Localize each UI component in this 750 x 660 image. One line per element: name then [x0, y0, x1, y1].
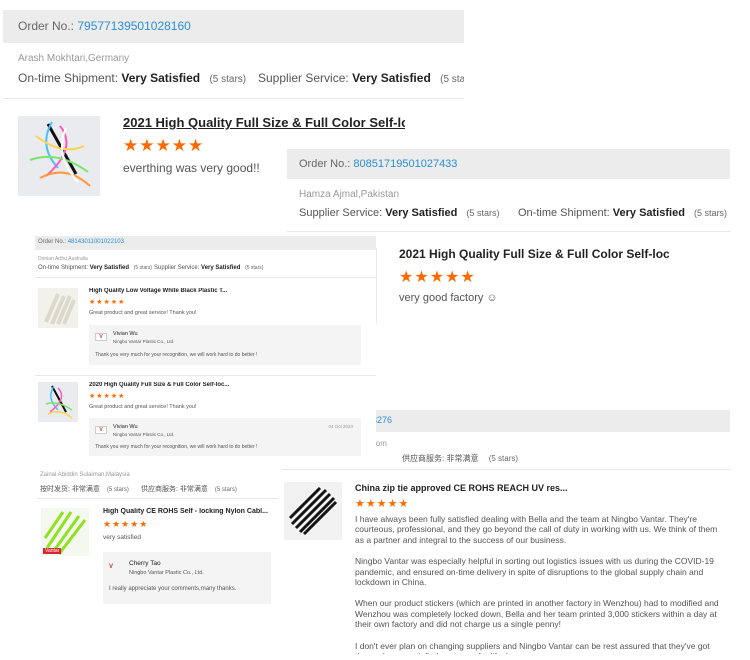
order-number-link[interactable]: 48143011001022103: [68, 239, 124, 245]
review-text: everthing was very good!!: [123, 161, 260, 175]
review-card-d: Zainal Abiddin Sulaiman,Malaysia 按时发货: 非…: [37, 468, 278, 606]
product-title-link[interactable]: 2021 High Quality Full Size & Full Color…: [123, 115, 405, 130]
review-text: very satisfied: [103, 534, 141, 541]
service-rating: Supplier Service: Very Satisfied (5 star…: [299, 207, 500, 219]
supplier-reply: V Vivian Wu Ningbo Vantar Plastic Co., L…: [89, 418, 361, 456]
shipment-rating: On-time Shipment: Very Satisfied (5 star…: [38, 265, 153, 271]
review-text: very good factory ☺: [399, 292, 498, 304]
service-rating: 供应商服务: 非常满意 (5 stars): [141, 486, 237, 493]
reply-text: Thank you very much for your recognition…: [95, 352, 258, 358]
supplier-reply: V Cherry Tao Ningbo Vantar Plastic Co., …: [103, 552, 271, 604]
cable-ties-image: [45, 385, 73, 419]
buyer-name: Zainal Abiddin Sulaiman,Malaysia: [40, 472, 130, 478]
order-number-link[interactable]: 79577139501028160: [77, 19, 190, 33]
star-rating: ★★★★★: [103, 519, 149, 529]
buyer-name: Arash Mokhtari,Germany: [18, 53, 130, 64]
service-rating: Supplier Service: Very Satisfied (5 star…: [258, 71, 464, 85]
review-card-c: Order No.: 48143011001022103 Donian Arth…: [35, 236, 376, 463]
order-header: Order No.: 80851719501027433: [287, 149, 730, 179]
company-logo: V: [95, 333, 107, 341]
supplier-reply: V Vivian Wu Ningbo Vantar Plastic Co., L…: [89, 325, 361, 365]
company-logo: V: [95, 426, 107, 434]
review-paragraph: Ningbo Vantar was especially helpful in …: [355, 556, 714, 588]
reply-author: Cherry Tao: [129, 560, 161, 567]
reply-text: I really appreciate your comments,many t…: [109, 586, 237, 592]
product-title-link[interactable]: 2020 High Quality Full Size & Full Color…: [89, 382, 289, 388]
product-thumbnail[interactable]: [38, 382, 78, 422]
review-paragraph: I don't ever plan on changing suppliers …: [355, 640, 710, 654]
reply-date: 04 Oct 2020: [328, 424, 353, 429]
reply-author: Vivian Wu: [113, 424, 138, 430]
review-paragraph: I have always been fully satisfied deali…: [355, 514, 718, 545]
company-logo: V: [109, 564, 114, 570]
reply-company: Ningbo Vantar Plastic Co., Ltd.: [113, 339, 175, 344]
cable-ties-image: [29, 121, 91, 187]
black-cable-ties-image: [288, 486, 338, 536]
product-title-link[interactable]: 2021 High Quality Full Size & Full Color…: [399, 247, 669, 261]
star-rating: ★★★★★: [123, 136, 205, 155]
shipment-rating: On-time Shipment: Very Satisfied (5 star…: [518, 207, 727, 219]
product-thumbnail[interactable]: Vantar: [41, 508, 89, 556]
review-paragraph: When our product stickers (which are pri…: [355, 598, 719, 630]
review-body: I have always been fully satisfied deali…: [355, 514, 723, 654]
product-title-link[interactable]: High Quality Low Voltage White Black Pla…: [89, 288, 289, 294]
order-label: Order No.:: [299, 158, 351, 170]
shipment-rating: 按时发货: 非常满意 (5 stars): [40, 486, 129, 493]
star-rating: ★★★★★: [89, 299, 126, 306]
product-title-link[interactable]: High Quality CE ROHS Self - locking Nylo…: [103, 508, 273, 515]
star-rating: ★★★★★: [89, 393, 126, 400]
brand-logo: Vantar: [43, 548, 62, 554]
product-thumbnail[interactable]: [18, 116, 100, 196]
buyer-name: Donian Arthu,Australia: [38, 256, 88, 262]
order-label: Order No.:: [18, 19, 75, 33]
product-title-link[interactable]: China zip tie approved CE ROHS REACH UV …: [355, 483, 605, 493]
reply-company: Ningbo Vantar Plastic Co., Ltd.: [113, 432, 175, 437]
review-text: Great product and great service! Thank y…: [89, 404, 197, 410]
shipment-rating: On-time Shipment: Very Satisfied (5 star…: [18, 71, 247, 85]
order-label: Order No.:: [38, 239, 67, 245]
product-thumbnail[interactable]: [284, 482, 342, 540]
reply-company: Ningbo Vantar Plastic Co., Ltd.: [129, 570, 204, 576]
white-cable-ties-image: [44, 293, 76, 325]
service-rating: 供应商服务: 非常满意 (5 stars): [402, 454, 519, 463]
service-rating: Supplier Service: Very Satisfied (5 star…: [154, 265, 264, 271]
star-rating: ★★★★★: [399, 269, 476, 286]
order-header: Order No.: 79577139501028160: [3, 10, 464, 43]
order-header: Order No.: 48143011001022103: [35, 236, 376, 250]
buyer-name: Hamza Ajmal,Pakistan: [299, 189, 400, 200]
star-rating: ★★★★★: [355, 498, 410, 510]
review-text: Great product and great service! Thank y…: [89, 310, 197, 316]
order-number-link[interactable]: 80851719501027433: [353, 158, 457, 170]
reply-text: Thank you very much for your recognition…: [95, 444, 258, 450]
product-thumbnail[interactable]: [38, 288, 78, 328]
reply-author: Vivian Wu: [113, 331, 138, 337]
